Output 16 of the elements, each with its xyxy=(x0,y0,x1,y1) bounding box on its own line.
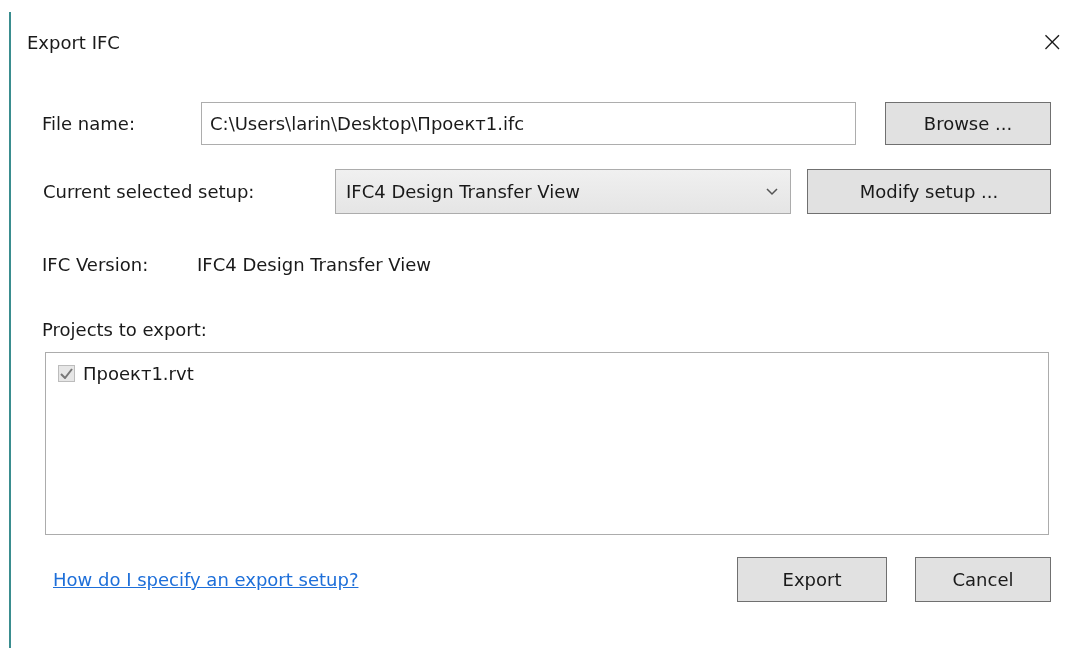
cancel-button[interactable]: Cancel xyxy=(915,557,1051,602)
chevron-down-icon xyxy=(766,187,778,196)
close-button[interactable]: × xyxy=(1040,28,1064,56)
section-label: Projects to export: xyxy=(41,319,208,340)
field-label: File name: xyxy=(41,113,136,134)
project-name: Проект1.rvt xyxy=(83,363,194,384)
browse-button[interactable]: Browse ... xyxy=(885,102,1051,145)
setup-dropdown[interactable]: IFC4 Design Transfer View xyxy=(335,169,791,214)
modify-setup-button[interactable]: Modify setup ... xyxy=(807,169,1051,214)
field-label: Current selected setup: xyxy=(42,181,256,202)
export-button[interactable]: Export xyxy=(737,557,887,602)
field-label: IFC Version: xyxy=(41,254,150,275)
ifc-version-value: IFC4 Design Transfer View xyxy=(197,254,432,275)
window-title: Export IFC xyxy=(27,31,120,53)
file-name-field[interactable]: C:\Users\larin\Desktop\Проект1.ifc xyxy=(201,102,856,145)
help-link[interactable]: How do I specify an export setup? xyxy=(53,569,737,590)
